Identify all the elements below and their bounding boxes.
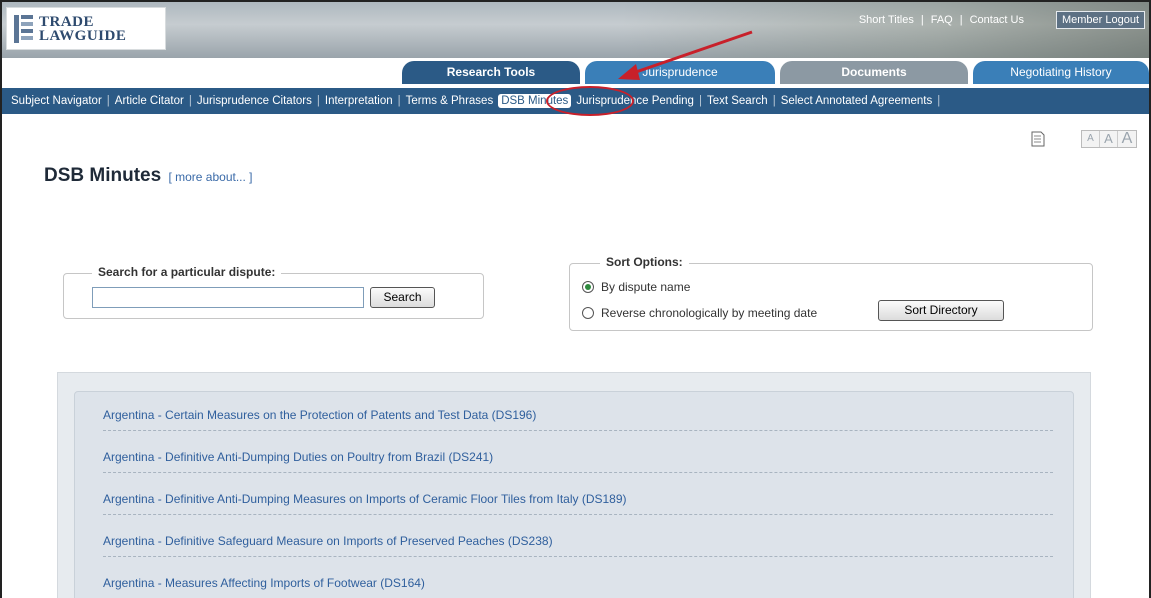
font-size-selector: A A A	[1081, 130, 1137, 148]
dispute-link[interactable]: Argentina - Certain Measures on the Prot…	[103, 408, 1053, 431]
sort-by-name-radio[interactable]	[582, 281, 594, 293]
dispute-link[interactable]: Argentina - Definitive Anti-Dumping Duti…	[103, 450, 1053, 473]
font-size-large-button[interactable]: A	[1118, 131, 1136, 147]
subnav-text-search[interactable]: Text Search	[702, 95, 773, 107]
contact-us-link[interactable]: Contact Us	[963, 14, 1031, 26]
logo-emblem-icon	[13, 13, 35, 45]
sort-by-date-option[interactable]: Reverse chronologically by meeting date	[582, 306, 817, 320]
tab-documents[interactable]: Documents	[780, 61, 968, 84]
sort-options-legend: Sort Options:	[600, 255, 689, 269]
sort-by-name-label: By dispute name	[601, 280, 691, 294]
print-page-icon[interactable]	[1031, 131, 1045, 147]
dispute-search-input[interactable]	[92, 287, 364, 308]
tab-research-tools[interactable]: Research Tools	[402, 61, 580, 84]
subnav-terms-phrases[interactable]: Terms & Phrases	[401, 95, 499, 107]
dispute-list: Argentina - Certain Measures on the Prot…	[74, 391, 1074, 598]
subnav-select-annotated-agreements[interactable]: Select Annotated Agreements	[776, 95, 938, 107]
sort-by-date-radio[interactable]	[582, 307, 594, 319]
annotation-highlight-circle	[546, 86, 634, 116]
dispute-link[interactable]: Argentina - Measures Affecting Imports o…	[103, 576, 1053, 598]
search-button[interactable]: Search	[370, 287, 435, 308]
site-logo[interactable]: TRADE LAWGUIDE	[6, 7, 166, 50]
sort-options-panel: Sort Options: By dispute name Reverse ch…	[569, 255, 1093, 331]
search-legend: Search for a particular dispute:	[92, 265, 282, 279]
main-tabs: Research Tools Jurisprudence Documents N…	[2, 58, 1149, 84]
font-size-small-button[interactable]: A	[1082, 131, 1100, 147]
tab-negotiating-history[interactable]: Negotiating History	[973, 61, 1149, 84]
page-tools: A A A	[1031, 130, 1137, 148]
subnav-subject-navigator[interactable]: Subject Navigator	[6, 95, 107, 107]
faq-link[interactable]: FAQ	[924, 14, 960, 26]
page-title-text: DSB Minutes	[44, 165, 162, 186]
logo-text-line1: TRADE	[39, 13, 95, 30]
dispute-directory: Argentina - Certain Measures on the Prot…	[57, 372, 1091, 598]
search-dispute-panel: Search for a particular dispute: Search	[63, 265, 484, 319]
sort-by-date-label: Reverse chronologically by meeting date	[601, 306, 818, 320]
top-links: Short Titles | FAQ | Contact Us	[852, 14, 1031, 26]
browser-viewport: TRADE LAWGUIDE Short Titles | FAQ | Cont…	[0, 0, 1151, 598]
subnav-jurisprudence-citators[interactable]: Jurisprudence Citators	[192, 95, 317, 107]
subnav-article-citator[interactable]: Article Citator	[110, 95, 189, 107]
dispute-link[interactable]: Argentina - Definitive Anti-Dumping Meas…	[103, 492, 1053, 515]
dispute-link[interactable]: Argentina - Definitive Safeguard Measure…	[103, 534, 1053, 557]
short-titles-link[interactable]: Short Titles	[852, 14, 921, 26]
more-about-link[interactable]: [ more about... ]	[168, 170, 252, 184]
sort-directory-button[interactable]: Sort Directory	[878, 300, 1004, 321]
annotation-arrow-icon	[618, 30, 753, 80]
site-header: TRADE LAWGUIDE Short Titles | FAQ | Cont…	[2, 2, 1149, 58]
font-size-medium-button[interactable]: A	[1100, 131, 1118, 147]
member-logout-button[interactable]: Member Logout	[1055, 11, 1145, 29]
page-title: DSB Minutes [ more about... ]	[44, 165, 253, 187]
subnav-interpretation[interactable]: Interpretation	[320, 95, 398, 107]
sort-by-name-option[interactable]: By dispute name	[582, 280, 690, 294]
logo-text-line2: LAWGUIDE	[39, 27, 127, 44]
